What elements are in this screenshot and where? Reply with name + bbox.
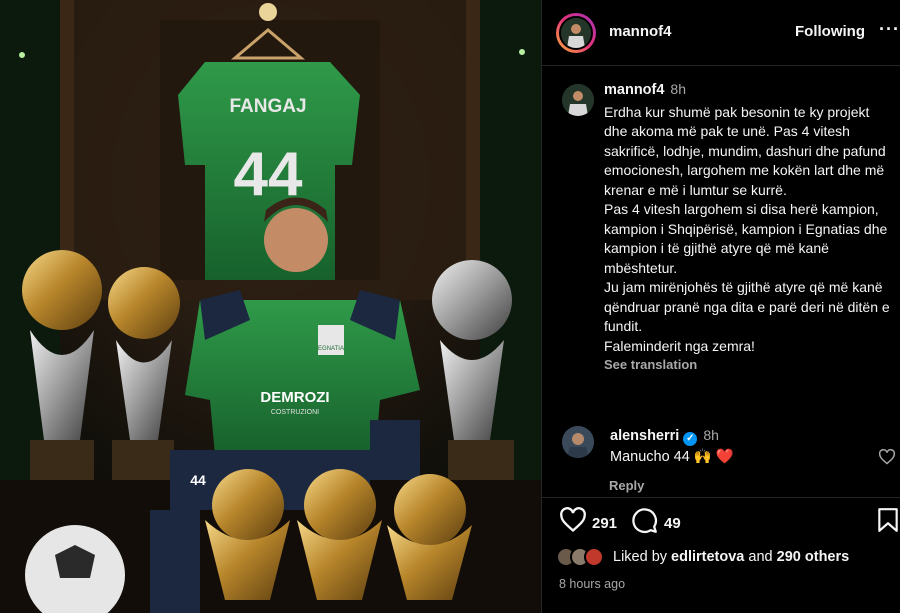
comment-count[interactable]: 49 xyxy=(664,515,681,532)
caption-avatar[interactable] xyxy=(562,84,594,116)
liked-by-prefix: Liked by xyxy=(613,549,668,565)
caption-time[interactable]: 8h xyxy=(670,81,686,97)
liked-by-others[interactable]: 290 others xyxy=(777,549,850,565)
liker-avatar[interactable] xyxy=(584,547,604,567)
club-badge: EGNATIA xyxy=(318,346,344,352)
author-avatar[interactable] xyxy=(556,13,596,53)
liked-by-text[interactable]: Liked by edlirtetova and 290 others xyxy=(613,549,849,565)
comment-text: Manucho 44 🙌 ❤️ xyxy=(610,449,734,465)
post-side-panel: mannof4 Following ··· mannof4 8h Erdha ku… xyxy=(541,0,900,613)
jersey-name: FANGAJ xyxy=(229,96,306,117)
post-photo[interactable]: FANGAJ 44 DEMROZI COSTRUZIONI EGNATIA 44 xyxy=(0,0,541,613)
shorts-number: 44 xyxy=(190,472,206,488)
post-timestamp[interactable]: 8 hours ago xyxy=(559,577,625,591)
caption-text: Erdha kur shumë pak besonin te ky projek… xyxy=(604,103,890,354)
post-image: FANGAJ 44 DEMROZI COSTRUZIONI EGNATIA 44 xyxy=(0,0,541,613)
shirt-sponsor-sub: COSTRUZIONI xyxy=(271,409,319,416)
liked-by-user[interactable]: edlirtetova xyxy=(671,549,744,565)
shirt-sponsor: DEMROZI xyxy=(260,389,329,406)
comment: alensherri ✓ 8h Manucho 44 🙌 ❤️ xyxy=(556,422,896,492)
reply-link[interactable]: Reply xyxy=(609,478,644,493)
author-username[interactable]: mannof4 xyxy=(609,23,672,40)
comment-bubble-icon[interactable] xyxy=(631,507,658,539)
commenter-username-text[interactable]: alensherri xyxy=(610,428,679,444)
comment-like-heart-icon[interactable] xyxy=(878,448,896,470)
see-translation-link[interactable]: See translation xyxy=(604,355,894,375)
following-button[interactable]: Following xyxy=(795,23,865,40)
like-heart-icon[interactable] xyxy=(559,507,587,538)
liked-by: Liked by edlirtetova and 290 others xyxy=(556,547,896,569)
commenter-avatar[interactable] xyxy=(562,426,594,458)
commenter-username[interactable]: alensherri ✓ 8h xyxy=(610,427,719,446)
bookmark-icon[interactable] xyxy=(877,507,899,538)
caption-username[interactable]: mannof4 xyxy=(604,82,664,98)
caption-body: mannof4 8h Erdha kur shumë pak besonin te… xyxy=(604,80,894,375)
verified-badge-icon: ✓ xyxy=(683,432,698,446)
comment-time[interactable]: 8h xyxy=(703,427,719,443)
post-actions: 291 49 xyxy=(542,507,900,541)
ellipsis-icon[interactable]: ··· xyxy=(879,19,900,40)
post-header: mannof4 Following ··· xyxy=(542,0,900,66)
like-count[interactable]: 291 xyxy=(592,515,617,532)
divider xyxy=(542,497,900,498)
liked-by-connector: and xyxy=(748,549,773,565)
